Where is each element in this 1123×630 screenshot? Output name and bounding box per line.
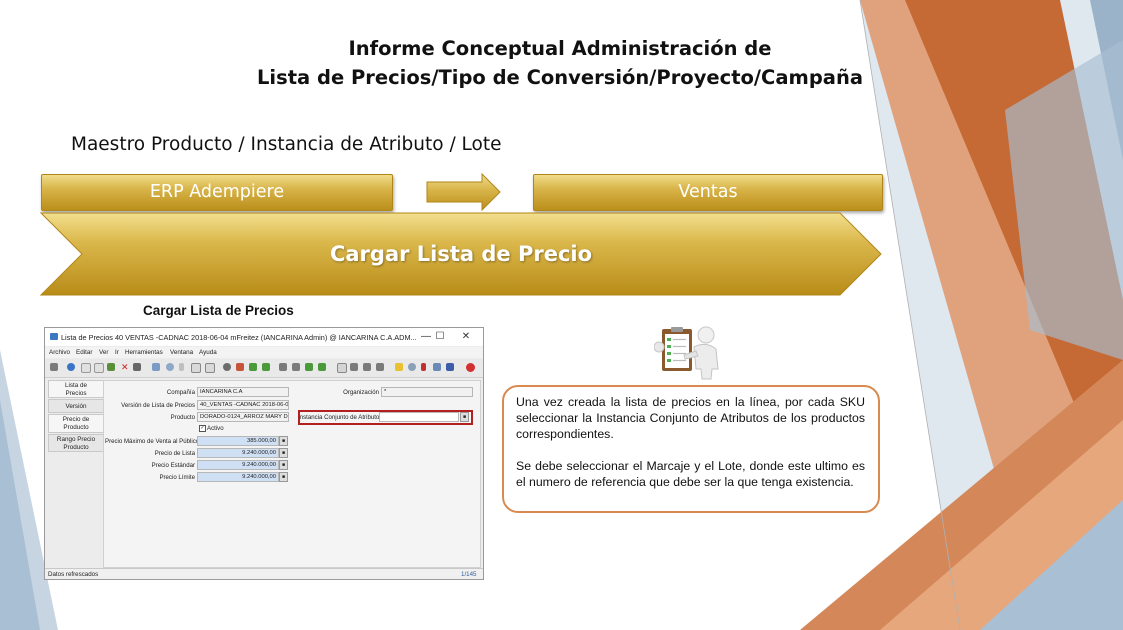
organizacion-field[interactable]: * (381, 387, 473, 397)
lock-icon[interactable] (395, 363, 403, 371)
request-icon[interactable] (433, 363, 441, 371)
minimize-icon[interactable]: — (419, 330, 433, 344)
precio-maximo-label: Precio Máximo de Venta al Público (105, 438, 200, 445)
cargar-lista-banner-label: Cargar Lista de Precio (329, 242, 593, 266)
print-preview-icon[interactable] (363, 363, 371, 371)
precio-estandar-calculator-button[interactable]: ■ (279, 460, 288, 470)
slide-subtitle: Maestro Producto / Instancia de Atributo… (71, 134, 502, 155)
lista-precios-window: Lista de Precios 40 VENTAS -CADNAC 2018-… (44, 327, 484, 580)
slide-title-line1: Informe Conceptual Administración de (348, 37, 772, 60)
tab-precio-de-producto[interactable]: Precio de Producto (48, 414, 104, 433)
window-tabs: Lista de Precios Versión Precio de Produ… (48, 380, 104, 555)
save-icon[interactable] (107, 363, 115, 371)
precio-lista-field[interactable]: 9.240.000,00 (197, 448, 279, 458)
new-record-icon[interactable] (81, 363, 91, 373)
menu-ir[interactable]: Ir (115, 349, 119, 356)
toolbar: ✕ (45, 359, 483, 378)
status-text: Datos refrescados (48, 571, 99, 578)
window-title: Lista de Precios 40 VENTAS -CADNAC 2018-… (61, 333, 417, 342)
version-label: Versión de Lista de Precios (121, 402, 195, 409)
compania-field[interactable]: IANCARINA C.A (197, 387, 289, 397)
precio-estandar-field[interactable]: 9.240.000,00 (197, 460, 279, 470)
precio-maximo-field[interactable]: 385.000,00 (197, 436, 279, 446)
grid-toggle-icon[interactable] (205, 363, 215, 373)
tab-rango-precio-producto-label: Rango Precio Producto (56, 436, 96, 451)
print-icon[interactable] (376, 363, 384, 371)
refresh-icon[interactable] (152, 363, 160, 371)
menu-archivo[interactable]: Archivo (49, 349, 70, 356)
version-field[interactable]: 40_VENTAS -CADNAC 2018-06-04 (197, 400, 289, 410)
first-record-icon[interactable] (279, 363, 287, 371)
home-icon[interactable] (236, 363, 244, 371)
flow-arrow-icon (426, 173, 501, 211)
previous-record-icon[interactable] (292, 363, 300, 371)
copy-record-icon[interactable] (94, 363, 104, 373)
erp-adempiere-box: ERP Adempiere (41, 174, 393, 211)
tab-version-label: Versión (65, 403, 87, 410)
compania-label: Compañía (166, 389, 195, 396)
precio-maximo-calculator-button[interactable]: ■ (279, 436, 288, 446)
menu-editar[interactable]: Editar (76, 349, 92, 356)
chat-icon[interactable] (191, 363, 201, 373)
callout-paragraph-2: Se debe seleccionar el Marcaje y el Lote… (516, 459, 865, 489)
clipboard-person-icon (654, 326, 719, 380)
producto-label: Producto (170, 414, 195, 421)
parent-record-icon[interactable] (249, 363, 257, 371)
menu-ventana[interactable]: Ventana (170, 349, 193, 356)
precio-limite-calculator-button[interactable]: ■ (279, 472, 288, 482)
organizacion-label: Organización (343, 389, 379, 396)
delete-icon[interactable]: ✕ (121, 363, 129, 372)
precio-lista-label: Precio de Lista (154, 450, 195, 457)
window-titlebar: Lista de Precios 40 VENTAS -CADNAC 2018-… (45, 328, 483, 346)
maximize-icon[interactable]: ☐ (433, 330, 447, 344)
archive-icon[interactable] (350, 363, 358, 371)
menu-bar: Archivo Editar Ver Ir Herramientas Venta… (45, 347, 483, 358)
precio-lista-calculator-button[interactable]: ■ (279, 448, 288, 458)
detail-record-icon[interactable] (262, 363, 270, 371)
report-icon[interactable] (337, 363, 347, 373)
delete-selection-icon[interactable] (133, 363, 141, 371)
tab-version[interactable]: Versión (48, 399, 104, 413)
close-icon[interactable]: ✕ (459, 330, 473, 344)
app-icon (50, 333, 58, 340)
history-icon[interactable] (223, 363, 231, 371)
status-bar: Datos refrescados 1/145 (45, 568, 483, 579)
last-record-icon[interactable] (318, 363, 326, 371)
slide-title-line2: Lista de Precios/Tipo de Conversión/Proy… (257, 66, 863, 89)
menu-herramientas[interactable]: Herramientas (125, 349, 163, 356)
tab-precio-de-producto-label: Precio de Producto (62, 416, 90, 431)
screenshot-caption: Cargar Lista de Precios (143, 303, 294, 318)
precio-estandar-label: Precio Estándar (151, 462, 195, 469)
erp-adempiere-label: ERP Adempiere (149, 182, 285, 202)
precio-limite-field[interactable]: 9.240.000,00 (197, 472, 279, 482)
help-icon[interactable] (67, 363, 75, 371)
precio-limite-label: Precio Límite (159, 474, 195, 481)
slide-title: Informe Conceptual Administración de Lis… (180, 34, 940, 92)
tab-lista-de-precios-label: Lista de Precios (64, 382, 88, 397)
ventas-box: Ventas (533, 174, 883, 211)
undo-icon[interactable] (50, 363, 58, 371)
instancia-highlight-box (298, 410, 473, 425)
tab-rango-precio-producto[interactable]: Rango Precio Producto (48, 434, 104, 452)
activo-label: Activo (207, 425, 224, 432)
exit-icon[interactable] (466, 363, 475, 372)
producto-field[interactable]: DORADO-0124_ARROZ MARY DO (197, 412, 289, 422)
find-icon[interactable] (166, 363, 174, 371)
menu-ver[interactable]: Ver (99, 349, 108, 356)
menu-ayuda[interactable]: Ayuda (199, 349, 217, 356)
activo-checkbox[interactable]: ✓ (199, 425, 206, 432)
record-count: 1/145 (461, 571, 477, 578)
product-info-icon[interactable] (446, 363, 454, 371)
instruction-callout: Una vez creada la lista de precios en la… (502, 385, 880, 513)
next-record-icon[interactable] (305, 363, 313, 371)
tab-lista-de-precios[interactable]: Lista de Precios (48, 380, 104, 398)
ventas-label: Ventas (678, 182, 738, 202)
callout-paragraph-1: Una vez creada la lista de precios en la… (516, 395, 865, 441)
active-workflows-icon[interactable] (421, 363, 426, 371)
zoom-across-icon[interactable] (408, 363, 416, 371)
attachment-icon[interactable] (179, 363, 184, 371)
